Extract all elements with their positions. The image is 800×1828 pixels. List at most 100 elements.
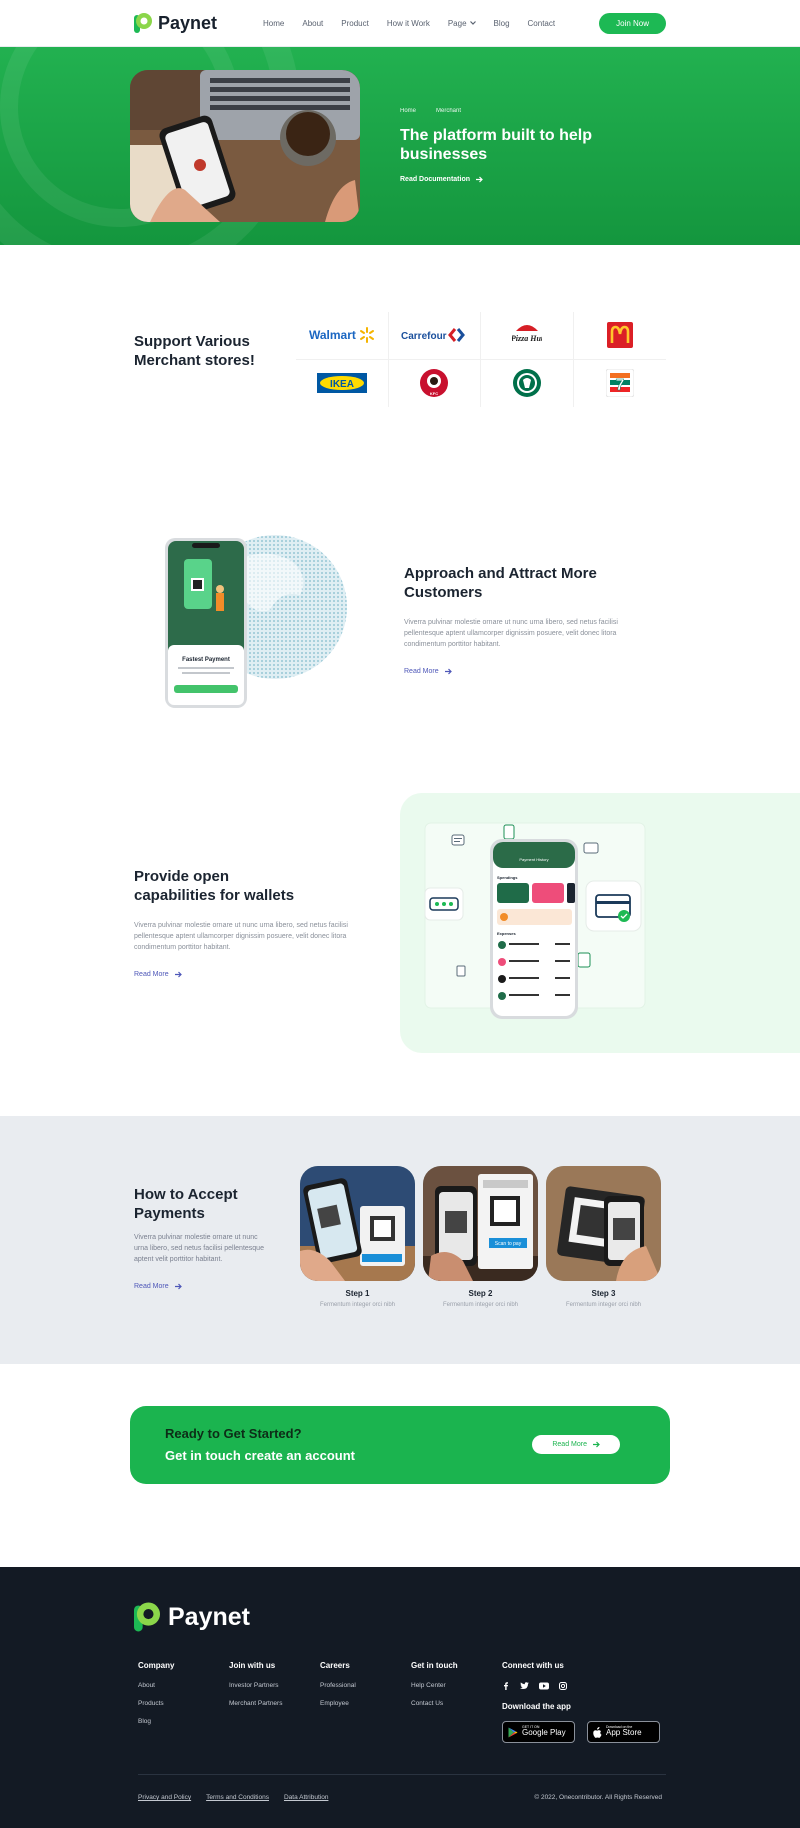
google-play-icon: [508, 1727, 518, 1737]
terms-link[interactable]: Terms and Conditions: [206, 1794, 269, 1801]
phone-globe-illustration: Fastest Payment: [165, 535, 347, 708]
arrow-right-icon: [174, 1283, 182, 1290]
nav-home[interactable]: Home: [263, 19, 284, 28]
footer-column-contact: Get in touch Help Center Contact Us: [411, 1661, 502, 1743]
footer-link-merchant-partners[interactable]: Merchant Partners: [229, 1700, 320, 1707]
phone-expenses-label: Expenses: [497, 931, 516, 936]
data-attribution-link[interactable]: Data Attribution: [284, 1794, 328, 1801]
footer-link-professional[interactable]: Professional: [320, 1682, 411, 1689]
cta-banner: Ready to Get Started? Get in touch creat…: [130, 1406, 670, 1484]
chevron-down-icon: [469, 21, 476, 25]
approach-illustration: Fastest Payment: [160, 535, 350, 710]
merchant-logo-grid: Walmart Carrefour Pizza Hut IKEA KFC 7: [296, 312, 666, 407]
breadcrumb: Home Merchant: [400, 108, 620, 114]
nav-page-label: Page: [447, 18, 467, 28]
footer-bottom-bar: Privacy and Policy Terms and Conditions …: [138, 1794, 662, 1801]
cta-subheading: Get in touch create an account: [165, 1448, 355, 1463]
merchant-cell: [573, 312, 666, 360]
phone-header-title: Payment History: [519, 857, 548, 862]
footer-link-employee[interactable]: Employee: [320, 1700, 411, 1707]
paynet-logo-icon: [134, 1602, 160, 1632]
read-more-label: Read More: [134, 971, 169, 979]
footer-link-help-center[interactable]: Help Center: [411, 1682, 502, 1689]
wallet-phone-illustration: Payment History Spendings Expenses: [424, 822, 646, 1019]
scan-qr-photo: [300, 1166, 415, 1281]
twitter-icon[interactable]: [520, 1682, 529, 1690]
step-title: Step 3: [591, 1289, 616, 1298]
wallet-title: Provide open capabilities for wallets: [134, 868, 295, 904]
step-card: Scan to pay Step 2 Fermentum integer orc…: [423, 1166, 538, 1308]
footer-link-blog[interactable]: Blog: [138, 1718, 229, 1725]
arrow-right-icon: [593, 1441, 600, 1448]
copyright-text: © 2022, Onecontributor. All Rights Reser…: [534, 1794, 662, 1801]
cta-read-more-button[interactable]: Read More: [532, 1435, 620, 1454]
step-image: [546, 1166, 661, 1281]
approach-section: Fastest Payment Approach and Attract Mor…: [0, 530, 800, 793]
apple-icon: [593, 1726, 602, 1738]
instagram-icon[interactable]: [559, 1682, 567, 1690]
walmart-logo: Walmart: [309, 327, 374, 344]
merchant-cell: 7: [574, 360, 667, 408]
wallet-visual-panel: Payment History Spendings Expenses: [400, 793, 800, 1053]
footer-columns: Company About Products Blog Join with us…: [138, 1661, 672, 1743]
starbucks-logo: [512, 369, 541, 398]
read-documentation-link[interactable]: Read Documentation: [400, 176, 620, 183]
how-read-more-link[interactable]: Read More: [134, 1283, 264, 1290]
footer-link-contact-us[interactable]: Contact Us: [411, 1700, 502, 1707]
footer-link-products[interactable]: Products: [138, 1700, 229, 1707]
how-title: How to Accept Payments: [134, 1186, 238, 1222]
read-more-label: Read More: [134, 1283, 169, 1291]
site-header: Paynet Home About Product How it Work Pa…: [0, 0, 800, 47]
phone-scan-icon: [503, 824, 515, 840]
app-store-button[interactable]: Download on the App Store: [587, 1721, 660, 1743]
approach-read-more-link[interactable]: Read More: [404, 668, 654, 675]
pizza-hut-logo-text: Pizza Hut: [512, 334, 542, 343]
how-description: Viverra pulvinar molestie ornare ut nunc…: [134, 1233, 264, 1263]
phone-card-title: Fastest Payment: [182, 657, 230, 663]
arrow-right-icon: [476, 176, 483, 183]
password-card-icon: [424, 887, 464, 921]
youtube-icon[interactable]: [539, 1682, 549, 1690]
google-play-button[interactable]: GET IT ON Google Play: [502, 1721, 575, 1743]
footer-download-title: Download the app: [502, 1702, 571, 1711]
breadcrumb-home[interactable]: Home: [400, 108, 416, 114]
brand-logo[interactable]: Paynet: [134, 13, 217, 34]
nav-contact[interactable]: Contact: [528, 19, 556, 28]
wallet-description: Viverra pulvinar molestie ornare ut nunc…: [134, 921, 348, 951]
merchant-cell: KFC: [389, 359, 481, 407]
ikea-logo-text: IKEA: [330, 379, 354, 390]
footer-link-about[interactable]: About: [138, 1682, 229, 1689]
app-store-label: App Store: [606, 1728, 642, 1738]
step-subtitle: Fermentum integer orci nibh: [319, 1302, 396, 1308]
approach-text: Approach and Attract More Customers Vive…: [404, 565, 654, 675]
join-now-button[interactable]: Join Now: [599, 12, 666, 34]
nav-blog[interactable]: Blog: [494, 19, 510, 28]
wallet-icon: [583, 842, 599, 854]
page-title: The platform built to help businesses: [400, 127, 592, 164]
step-title: Step 1: [345, 1289, 370, 1298]
merchant-cell: [481, 359, 574, 407]
nav-product[interactable]: Product: [341, 19, 369, 28]
footer-logo[interactable]: Paynet: [134, 1602, 250, 1632]
footer-column-connect: Connect with us Download the app GET IT …: [502, 1661, 672, 1743]
nav-page-dropdown[interactable]: Page: [448, 19, 476, 28]
step-image: Scan to pay: [423, 1166, 538, 1281]
merchant-cell: IKEA: [296, 359, 389, 407]
privacy-policy-link[interactable]: Privacy and Policy: [138, 1794, 191, 1801]
wallet-section: Provide open capabilities for wallets Vi…: [0, 793, 800, 1116]
facebook-icon[interactable]: [502, 1682, 510, 1690]
footer-divider: [138, 1774, 666, 1775]
read-more-label: Read More: [404, 668, 439, 676]
card-verified-icon: [585, 880, 642, 932]
cta-section: Ready to Get Started? Get in touch creat…: [0, 1364, 800, 1567]
ikea-logo: IKEA: [316, 373, 367, 394]
cta-heading: Ready to Get Started?: [165, 1426, 302, 1441]
nav-about[interactable]: About: [302, 19, 323, 28]
footer-column-title: Careers: [320, 1661, 350, 1670]
merchant-cell: Pizza Hut: [481, 312, 574, 360]
nav-how-it-work[interactable]: How it Work: [387, 19, 430, 28]
wallet-text: Provide open capabilities for wallets Vi…: [134, 868, 384, 978]
seven-eleven-logo: 7: [605, 369, 634, 398]
wallet-read-more-link[interactable]: Read More: [134, 971, 384, 978]
footer-link-investor-partners[interactable]: Investor Partners: [229, 1682, 320, 1689]
